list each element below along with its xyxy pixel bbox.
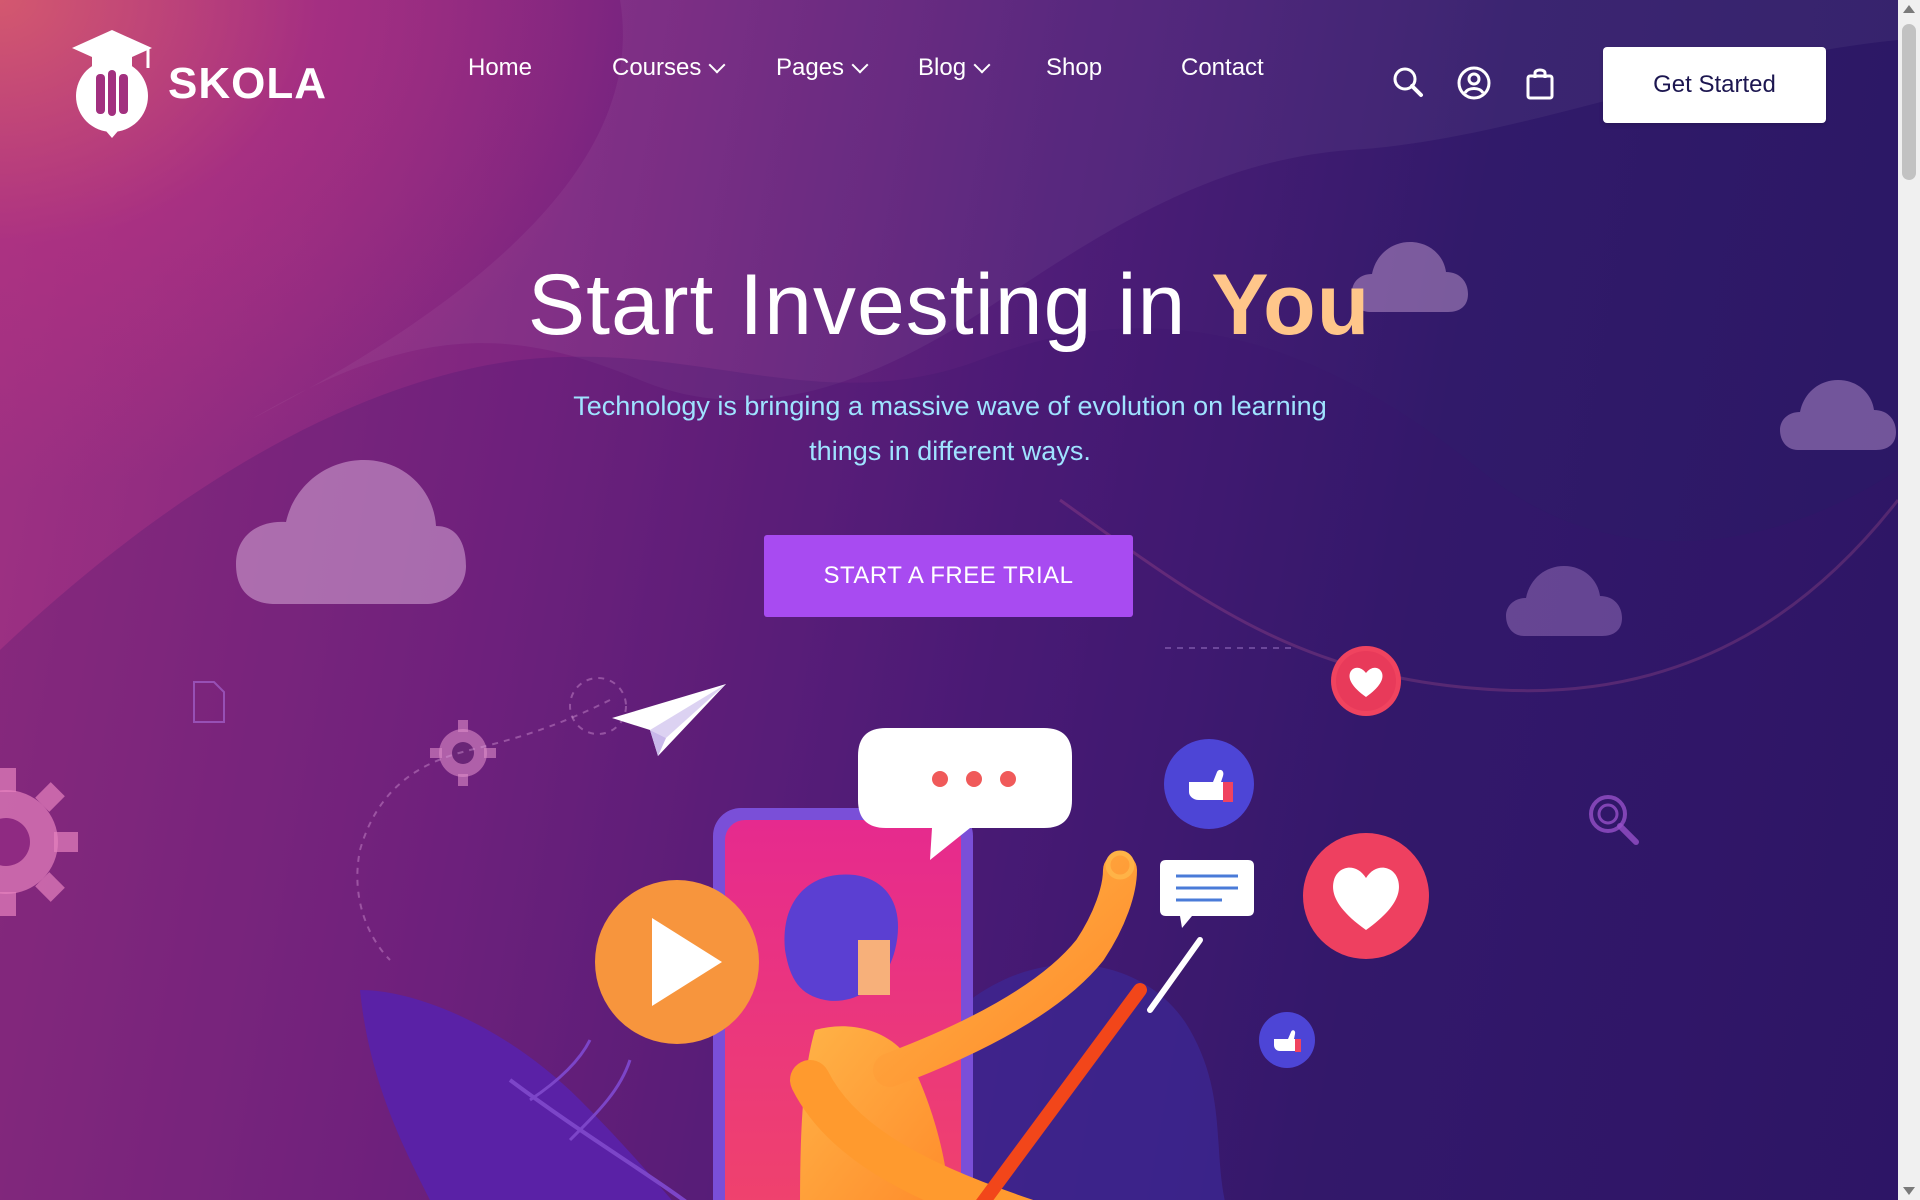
heart-icon-large xyxy=(1303,833,1429,959)
nav-item-courses[interactable]: Courses xyxy=(612,54,726,82)
like-icon-small xyxy=(1259,1012,1315,1068)
nav-item-label: Blog xyxy=(918,54,967,81)
search-icon[interactable] xyxy=(1392,66,1424,98)
nav-item-label: Pages xyxy=(776,54,845,81)
chevron-down-icon xyxy=(708,56,726,74)
like-icon xyxy=(1164,739,1254,829)
nav-item-blog[interactable]: Blog xyxy=(918,54,991,82)
nav-item-label: Courses xyxy=(612,54,702,81)
dashed-line-top xyxy=(1165,647,1295,649)
scrollbar[interactable] xyxy=(1898,0,1920,1200)
nav-item-shop[interactable]: Shop xyxy=(1046,54,1102,82)
account-icon[interactable] xyxy=(1457,66,1491,100)
hero-subtext: Technology is bringing a massive wave of… xyxy=(573,391,1327,466)
cloud-large xyxy=(236,460,466,604)
nav-item-contact[interactable]: Contact xyxy=(1181,54,1264,82)
skola-logo-icon xyxy=(72,30,152,138)
nav-item-home[interactable]: Home xyxy=(468,54,532,82)
cloud-small-right xyxy=(1780,380,1896,450)
cloud-small-mid xyxy=(1506,566,1622,636)
chevron-down-icon xyxy=(851,56,869,74)
headline-highlight: You xyxy=(1211,257,1371,353)
gear-icon-large xyxy=(0,768,78,916)
hero-headline: Start Investing in You xyxy=(0,256,1898,355)
get-started-button[interactable]: Get Started xyxy=(1603,47,1826,123)
nav-item-pages[interactable]: Pages xyxy=(776,54,869,82)
scrollbar-thumb[interactable] xyxy=(1902,24,1916,180)
start-free-trial-button[interactable]: START A FREE TRIAL xyxy=(764,535,1133,617)
nav-item-label: Contact xyxy=(1181,54,1264,81)
chevron-down-icon xyxy=(973,56,991,74)
search-decoration-icon xyxy=(1589,795,1639,845)
nav-item-label: Home xyxy=(468,54,533,81)
brand-logo[interactable]: SKOLA xyxy=(70,28,327,140)
heart-icon-small xyxy=(1331,646,1401,716)
brand-name: SKOLA xyxy=(168,59,327,108)
scroll-down-arrow-icon[interactable] xyxy=(1903,1187,1915,1195)
shopping-bag-icon[interactable] xyxy=(1525,66,1555,100)
document-icon xyxy=(193,681,225,723)
nav-item-label: Shop xyxy=(1046,54,1103,81)
scroll-up-arrow-icon[interactable] xyxy=(1903,5,1915,13)
headline-prefix: Start Investing in xyxy=(527,257,1212,353)
